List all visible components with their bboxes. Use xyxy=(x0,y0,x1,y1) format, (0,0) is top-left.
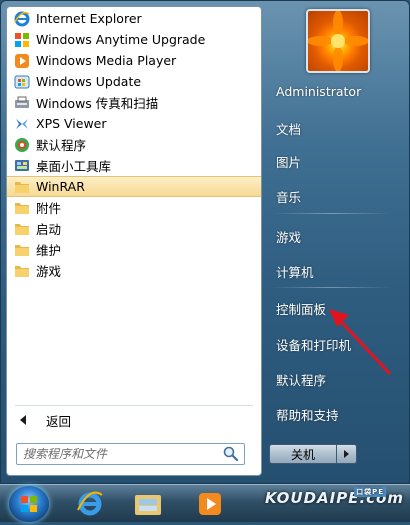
program-label: Internet Explorer xyxy=(36,11,142,26)
flower-icon xyxy=(308,11,368,71)
gadgets-icon xyxy=(14,158,30,174)
watermark-badge: 口袋PE xyxy=(354,487,386,497)
windows-update-icon xyxy=(14,74,30,90)
taskbar-internet-explorer[interactable] xyxy=(70,488,110,520)
program-label: 维护 xyxy=(36,243,62,258)
program-label: 游戏 xyxy=(36,264,62,279)
program-label: XPS Viewer xyxy=(36,116,107,131)
program-list: Internet Explorer Windows Anytime Upgrad… xyxy=(7,8,261,281)
separator xyxy=(271,213,391,214)
back-label: 返回 xyxy=(46,413,72,429)
games-link[interactable]: 游戏 xyxy=(276,227,301,246)
watermark: KOUDAIPE.com 口袋PE xyxy=(265,487,404,507)
chevron-right-icon xyxy=(344,450,349,458)
taskbar-media-player[interactable] xyxy=(190,488,230,520)
fax-scan-icon xyxy=(14,95,30,111)
program-windows-anytime-upgrade[interactable]: Windows Anytime Upgrade xyxy=(7,29,261,50)
user-name-link[interactable]: Administrator xyxy=(276,84,361,99)
start-menu: Internet Explorer Windows Anytime Upgrad… xyxy=(0,0,410,484)
program-windows-fax-scan[interactable]: Windows 传真和扫描 xyxy=(7,92,261,113)
default-programs-link[interactable]: 默认程序 xyxy=(276,370,326,389)
folder-icon xyxy=(14,221,30,237)
folder-icon xyxy=(14,263,30,279)
music-link[interactable]: 音乐 xyxy=(276,187,301,206)
back-button[interactable]: 返回 xyxy=(7,409,261,431)
folder-icon xyxy=(135,495,161,515)
program-folder-games[interactable]: 游戏 xyxy=(7,260,261,281)
pictures-link[interactable]: 图片 xyxy=(276,152,301,171)
program-label: Windows 传真和扫描 xyxy=(36,96,159,111)
annotation-arrow xyxy=(329,309,391,375)
folder-icon xyxy=(14,200,30,216)
default-programs-icon xyxy=(14,137,30,153)
program-label: 桌面小工具库 xyxy=(36,159,112,174)
folder-icon xyxy=(14,179,30,195)
search-icon[interactable] xyxy=(222,445,240,463)
program-label: Windows Media Player xyxy=(36,53,177,68)
shutdown-button[interactable]: 关机 xyxy=(269,444,337,464)
divider xyxy=(15,405,253,406)
start-button[interactable] xyxy=(9,486,49,522)
program-internet-explorer[interactable]: Internet Explorer xyxy=(7,8,261,29)
search-input[interactable] xyxy=(23,447,222,461)
folder-icon xyxy=(14,242,30,258)
program-gadgets[interactable]: 桌面小工具库 xyxy=(7,155,261,176)
programs-panel: Internet Explorer Windows Anytime Upgrad… xyxy=(6,6,262,476)
internet-explorer-icon xyxy=(77,491,103,516)
program-label: 默认程序 xyxy=(36,138,87,153)
shutdown-options-button[interactable] xyxy=(337,444,357,464)
back-arrow-icon xyxy=(20,415,26,425)
documents-link[interactable]: 文档 xyxy=(276,119,301,138)
taskbar-file-explorer[interactable] xyxy=(128,488,168,520)
program-windows-update[interactable]: Windows Update xyxy=(7,71,261,92)
media-player-icon xyxy=(199,493,221,515)
windows-logo-icon xyxy=(14,32,30,48)
taskbar: KOUDAIPE.com 口袋PE xyxy=(0,484,410,522)
program-windows-media-player[interactable]: Windows Media Player xyxy=(7,50,261,71)
program-folder-maintenance[interactable]: 维护 xyxy=(7,239,261,260)
control-panel-link[interactable]: 控制面板 xyxy=(276,299,326,318)
program-label: 附件 xyxy=(36,201,62,216)
program-label: Windows Update xyxy=(36,74,142,89)
separator xyxy=(271,287,391,288)
program-folder-accessories[interactable]: 附件 xyxy=(7,197,261,218)
program-default-programs[interactable]: 默认程序 xyxy=(7,134,261,155)
xps-viewer-icon xyxy=(14,116,30,132)
media-player-icon xyxy=(14,53,30,69)
program-folder-winrar[interactable]: WinRAR xyxy=(7,176,261,197)
program-label: WinRAR xyxy=(36,179,85,194)
program-folder-startup[interactable]: 启动 xyxy=(7,218,261,239)
search-box[interactable] xyxy=(16,443,245,465)
internet-explorer-icon xyxy=(14,11,30,27)
program-label: 启动 xyxy=(36,222,62,237)
program-xps-viewer[interactable]: XPS Viewer xyxy=(7,113,261,134)
windows-logo-icon xyxy=(21,496,37,512)
user-picture[interactable] xyxy=(306,9,370,73)
program-label: Windows Anytime Upgrade xyxy=(36,32,206,47)
help-support-link[interactable]: 帮助和支持 xyxy=(276,405,339,424)
computer-link[interactable]: 计算机 xyxy=(276,262,314,281)
